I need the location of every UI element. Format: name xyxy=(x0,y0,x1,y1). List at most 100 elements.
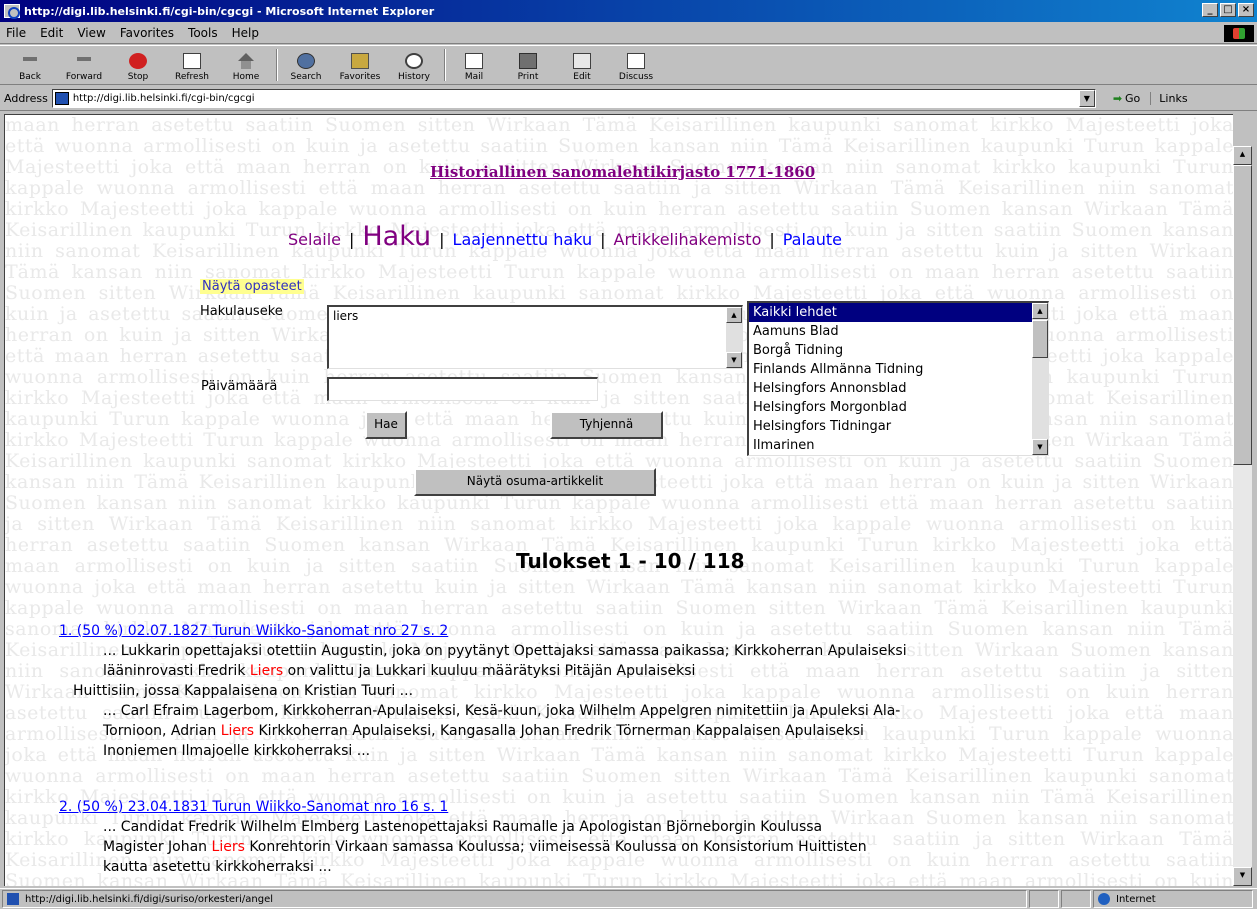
home-icon xyxy=(237,53,255,69)
snippet-line: Inoniemen Ilmajoelle kirkkoherraksi ... xyxy=(103,741,907,761)
list-item[interactable]: Finlands Allmänna Tidning xyxy=(749,360,1048,379)
go-button[interactable]: ➡ Go xyxy=(1113,92,1140,105)
nav-separator: | xyxy=(600,230,606,249)
status-pane xyxy=(1029,890,1059,908)
nav-separator: | xyxy=(439,230,445,249)
history-button[interactable]: History xyxy=(390,46,438,84)
window-title: http://digi.lib.helsinki.fi/cgi-bin/cgcg… xyxy=(24,4,435,18)
snippet-line: ... Carl Efraim Lagerbom, Kirkkoherran-A… xyxy=(103,701,907,721)
results-heading: Tulokset 1 - 10 / 118 xyxy=(516,549,745,573)
menu-help[interactable]: Help xyxy=(232,26,259,40)
status-bar: http://digi.lib.helsinki.fi/digi/suriso/… xyxy=(0,888,1257,909)
scroll-thumb[interactable] xyxy=(1233,165,1252,465)
menu-tools[interactable]: Tools xyxy=(188,26,218,40)
internet-globe-icon xyxy=(1098,893,1110,905)
page-title-link[interactable]: Historiallinen sanomalehtikirjasto 1771-… xyxy=(430,163,815,181)
scroll-down-arrow-icon[interactable]: ▼ xyxy=(1032,439,1048,455)
address-url: http://digi.lib.helsinki.fi/cgi-bin/cgcg… xyxy=(72,93,255,104)
list-item[interactable]: Ilmarinen xyxy=(749,436,1048,455)
toolbar-separator xyxy=(276,49,278,81)
refresh-button[interactable]: Refresh xyxy=(168,46,216,84)
title-bar: http://digi.lib.helsinki.fi/cgi-bin/cgcg… xyxy=(0,0,1257,22)
toolbar: Back Forward Stop Refresh Home Search Fa… xyxy=(0,45,1257,85)
menu-file[interactable]: File xyxy=(6,26,26,40)
nav-haku-current: Haku xyxy=(362,221,432,252)
snippet-line: Huittisiin, jossa Kappalaisena on Kristi… xyxy=(73,681,907,701)
browser-window: http://digi.lib.helsinki.fi/cgi-bin/cgcg… xyxy=(0,0,1257,909)
address-input[interactable]: http://digi.lib.helsinki.fi/cgi-bin/cgcg… xyxy=(51,89,1096,108)
page-icon xyxy=(7,893,19,905)
list-item[interactable]: Helsingfors Morgonblad xyxy=(749,398,1048,417)
back-button[interactable]: Back xyxy=(6,46,54,84)
query-scrollbar[interactable]: ▲ ▼ xyxy=(726,307,742,368)
print-button[interactable]: Print xyxy=(504,46,552,84)
list-item[interactable]: Borgå Tidning xyxy=(749,341,1048,360)
nav-laajennettu-haku[interactable]: Laajennettu haku xyxy=(453,230,593,249)
result-item-1: 1. (50 %) 02.07.1827 Turun Wiikko-Sanoma… xyxy=(59,621,907,761)
snippet-text: Magister Johan xyxy=(103,839,212,855)
menu-edit[interactable]: Edit xyxy=(40,26,63,40)
home-button[interactable]: Home xyxy=(222,46,270,84)
edit-icon xyxy=(573,53,591,69)
date-label: Päivämäärä xyxy=(201,379,278,394)
snippet-line: ... Lukkarin opettajaksi otettiin August… xyxy=(103,641,907,661)
snippet-text: Kirkkoherran Apulaiseksi, Kangasalla Joh… xyxy=(254,723,864,739)
result-link[interactable]: 2. (50 %) 23.04.1831 Turun Wiikko-Sanoma… xyxy=(59,799,448,815)
scroll-up-arrow-icon[interactable]: ▲ xyxy=(726,307,742,323)
links-button[interactable]: Links xyxy=(1150,92,1188,105)
search-button[interactable]: Search xyxy=(282,46,330,84)
discuss-button[interactable]: Discuss xyxy=(612,46,660,84)
scroll-up-arrow-icon[interactable]: ▲ xyxy=(1233,146,1252,165)
listbox-scrollbar[interactable]: ▲ ▼ xyxy=(1032,303,1048,455)
date-input[interactable] xyxy=(327,377,598,401)
scroll-up-arrow-icon[interactable]: ▲ xyxy=(1032,303,1048,319)
scroll-down-arrow-icon[interactable]: ▼ xyxy=(726,352,742,368)
snippet-text: Huittisiin, jossa Kappalaisena on Kristi… xyxy=(73,683,414,699)
menu-view[interactable]: View xyxy=(77,26,105,40)
stop-button[interactable]: Stop xyxy=(114,46,162,84)
snippet-text: ... Carl Efraim Lagerbom, Kirkkoherran-A… xyxy=(103,703,901,719)
print-icon xyxy=(519,53,537,69)
newspaper-listbox[interactable]: Kaikki lehdet Aamuns Blad Borgå Tidning … xyxy=(747,301,1049,456)
page-scrollbar[interactable]: ▲ ▼ xyxy=(1233,146,1252,886)
minimize-button[interactable]: _ xyxy=(1202,3,1218,17)
refresh-icon xyxy=(183,53,201,69)
list-item[interactable]: Helsingfors Annonsblad xyxy=(749,379,1048,398)
nav-artikkelihakemisto[interactable]: Artikkelihakemisto xyxy=(614,230,762,249)
nav-selaile[interactable]: Selaile xyxy=(288,230,341,249)
maximize-button[interactable]: □ xyxy=(1220,3,1236,17)
clear-button[interactable]: Tyhjennä xyxy=(550,411,663,439)
query-textarea[interactable]: liers ▲ ▼ xyxy=(327,305,743,369)
scroll-down-arrow-icon[interactable]: ▼ xyxy=(1233,867,1252,886)
snippet-line: kautta asetettu kirkkoherraksi ... xyxy=(103,857,867,877)
list-item[interactable]: Kaikki lehdet xyxy=(749,303,1048,322)
mail-button[interactable]: Mail xyxy=(450,46,498,84)
nav-separator: | xyxy=(769,230,775,249)
list-item[interactable]: Aamuns Blad xyxy=(749,322,1048,341)
page-icon xyxy=(54,92,69,105)
result-link[interactable]: 1. (50 %) 02.07.1827 Turun Wiikko-Sanoma… xyxy=(59,623,448,639)
list-item[interactable]: Helsingfors Tidningar xyxy=(749,417,1048,436)
menu-favorites[interactable]: Favorites xyxy=(120,26,174,40)
snippet-text: ... Lukkarin opettajaksi otettiin August… xyxy=(103,643,907,659)
show-articles-button[interactable]: Näytä osuma-artikkelit xyxy=(414,468,656,496)
nav-palaute[interactable]: Palaute xyxy=(783,230,842,249)
snippet-text: ... Candidat Fredrik Wilhelm Elmberg Las… xyxy=(103,819,823,835)
edit-button[interactable]: Edit xyxy=(558,46,606,84)
go-arrow-icon: ➡ xyxy=(1112,92,1123,105)
nav-separator: | xyxy=(348,230,355,249)
favorites-button[interactable]: Favorites xyxy=(336,46,384,84)
scroll-thumb[interactable] xyxy=(1032,320,1048,358)
forward-button[interactable]: Forward xyxy=(60,46,108,84)
page-content: maan herran asetettu saatiin Suomen sitt… xyxy=(4,114,1233,886)
snippet-text: Tornioon, Adrian xyxy=(103,723,221,739)
result-snippet: ... Candidat Fredrik Wilhelm Elmberg Las… xyxy=(59,817,867,877)
close-button[interactable]: × xyxy=(1238,3,1254,17)
snippet-text: Inoniemen Ilmajoelle kirkkoherraksi ... xyxy=(103,743,371,759)
search-submit-button[interactable]: Hae xyxy=(365,411,407,439)
show-help-link[interactable]: Näytä opasteet xyxy=(200,279,304,294)
search-icon xyxy=(297,53,315,69)
window-controls: _ □ × xyxy=(1202,3,1254,17)
address-dropdown-button[interactable]: ▼ xyxy=(1078,90,1095,107)
address-label: Address xyxy=(4,92,48,105)
